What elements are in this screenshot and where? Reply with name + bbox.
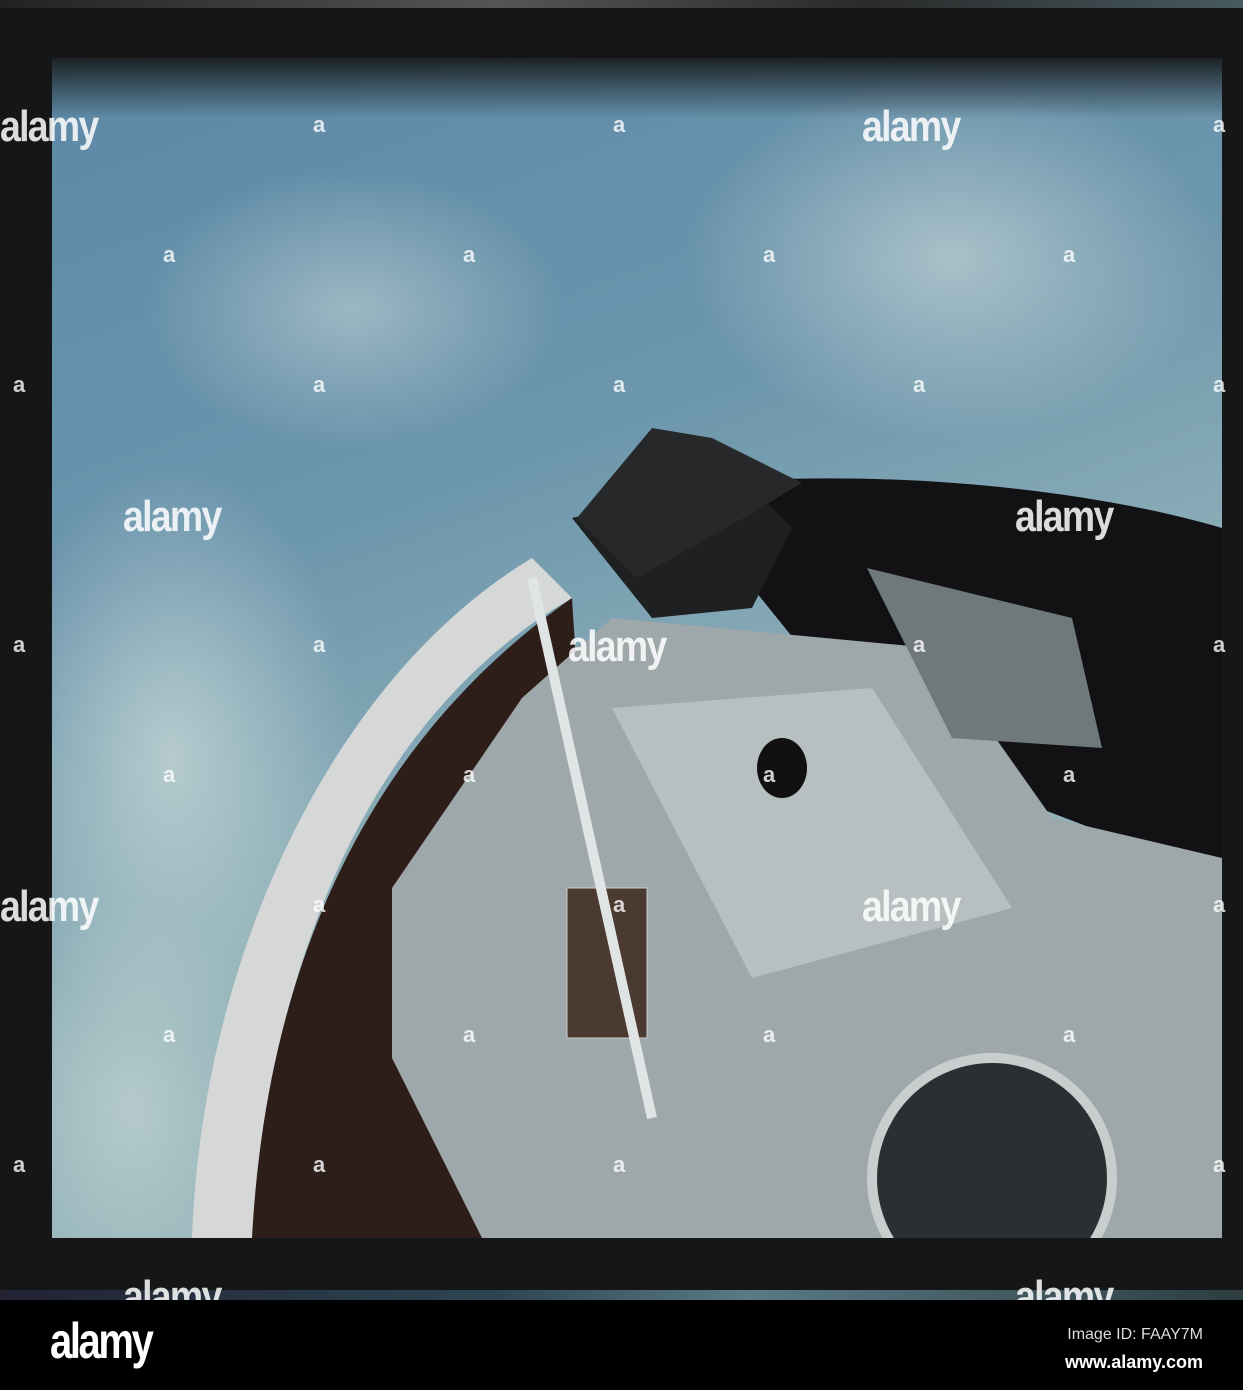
image-id: Image ID: FAAY7M (1067, 1326, 1203, 1343)
watermark-mark: a (313, 372, 326, 397)
watermark-mark: a (1063, 1022, 1076, 1047)
watermark-mark: a (913, 372, 926, 397)
watermark-mark: a (313, 1152, 326, 1177)
watermark: alamy (862, 102, 961, 151)
stock-banner: alamy Image ID: FAAY7M www.alamy.com (0, 1300, 1243, 1390)
watermark-mark: a (613, 372, 626, 397)
watermark: alamy (0, 102, 99, 151)
alamy-logo: alamy (50, 1313, 154, 1369)
watermark-mark: a (13, 1152, 26, 1177)
watermark-mark: a (313, 632, 326, 657)
watermark-mark: a (763, 242, 776, 267)
watermark-mark: a (1213, 892, 1226, 917)
watermark-mark: a (163, 762, 176, 787)
watermark-mark: a (913, 632, 926, 657)
watermark-mark: a (1213, 372, 1226, 397)
watermark-mark: a (1063, 762, 1076, 787)
watermark-mark: a (463, 762, 476, 787)
watermark-mark: a (763, 762, 776, 787)
watermark-mark: a (613, 112, 626, 137)
watermark: alamy (123, 492, 222, 541)
watermark-mark: a (1213, 1152, 1226, 1177)
watermark: alamy (1015, 492, 1114, 541)
watermark-mark: a (13, 632, 26, 657)
watermark-mark: a (1213, 632, 1226, 657)
watermark-mark: a (463, 242, 476, 267)
watermark-mark: a (613, 1152, 626, 1177)
watermark-mark: a (163, 1022, 176, 1047)
film-strip-top (0, 0, 1243, 8)
watermark-mark: a (763, 1022, 776, 1047)
website-link[interactable]: www.alamy.com (1065, 1352, 1203, 1373)
watermark: alamy (862, 882, 961, 931)
watermark: alamy (0, 882, 99, 931)
watermark-mark: a (313, 112, 326, 137)
watermark-mark: a (313, 892, 326, 917)
watermark: alamy (568, 622, 667, 671)
watermark-mark: a (1213, 112, 1226, 137)
watermark-mark: a (163, 242, 176, 267)
watermark-mark: a (463, 1022, 476, 1047)
watermark-mark: a (13, 372, 26, 397)
watermark-mark: a (613, 892, 626, 917)
watermark-mark: a (1063, 242, 1076, 267)
film-frame: alamy alamy alamy alamy alamy alamy alam… (0, 0, 1243, 1321)
